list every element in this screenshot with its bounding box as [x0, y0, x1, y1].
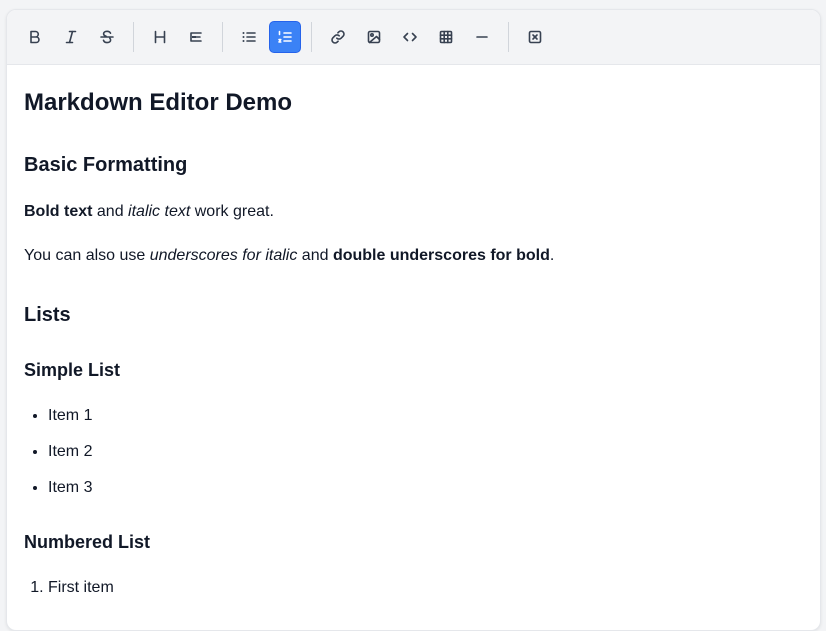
list-item: First item [48, 577, 803, 599]
numbered-list-button[interactable] [269, 21, 301, 53]
heading-numbered-list: Numbered List [24, 532, 151, 552]
bold-text: Bold text [24, 203, 93, 220]
text: and [297, 247, 333, 264]
bold-text: double underscores for bold [332, 247, 550, 264]
image-icon [367, 30, 381, 44]
image-button[interactable] [358, 21, 390, 53]
code-button[interactable] [394, 21, 426, 53]
table-button[interactable] [430, 21, 462, 53]
italic-button[interactable] [55, 21, 87, 53]
italic-text: italic text [128, 203, 191, 220]
link-icon [331, 30, 345, 44]
code-icon [403, 32, 417, 42]
numbered-list: First item [24, 577, 803, 599]
document-title: Markdown Editor Demo [24, 89, 293, 116]
horizontal-rule-button[interactable] [466, 21, 498, 53]
table-icon [439, 30, 453, 44]
paragraph: You can also use underscores for italic … [24, 245, 803, 267]
paragraph: Bold text and italic text work great. [24, 201, 803, 223]
text: work great. [190, 203, 274, 220]
bullet-list-button[interactable] [233, 21, 265, 53]
list-item: Item 2 [48, 441, 803, 463]
italic-icon [65, 30, 77, 44]
list-item: Item 3 [48, 477, 803, 499]
bullet-list-icon [242, 32, 256, 42]
text: You can also use [24, 247, 150, 264]
heading-button[interactable] [144, 21, 176, 53]
clear-format-icon [528, 30, 542, 44]
heading-simple-list: Simple List [24, 360, 121, 380]
toolbar-divider [311, 22, 312, 52]
align-left-icon [190, 32, 202, 42]
list-item: Item 1 [48, 405, 803, 427]
text: . [549, 247, 555, 264]
minus-icon [476, 36, 488, 38]
bold-icon [30, 30, 40, 44]
toolbar-divider [508, 22, 509, 52]
heading-lists: Lists [24, 304, 71, 326]
toolbar [7, 10, 820, 65]
numbered-list-icon [278, 30, 292, 43]
align-button[interactable] [180, 21, 212, 53]
bold-button[interactable] [19, 21, 51, 53]
strikethrough-icon [100, 30, 114, 44]
text: and [92, 203, 129, 220]
clear-formatting-button[interactable] [519, 21, 551, 53]
markdown-editor: Markdown Editor Demo Basic Formatting Bo… [6, 9, 821, 631]
heading-basic-formatting: Basic Formatting [24, 154, 188, 176]
bullet-list: Item 1 Item 2 Item 3 [24, 405, 803, 499]
heading-icon [154, 30, 166, 44]
italic-text: underscores for italic [149, 247, 298, 264]
strikethrough-button[interactable] [91, 21, 123, 53]
toolbar-divider [222, 22, 223, 52]
toolbar-divider [133, 22, 134, 52]
document-content[interactable]: Markdown Editor Demo Basic Formatting Bo… [7, 89, 820, 599]
link-button[interactable] [322, 21, 354, 53]
